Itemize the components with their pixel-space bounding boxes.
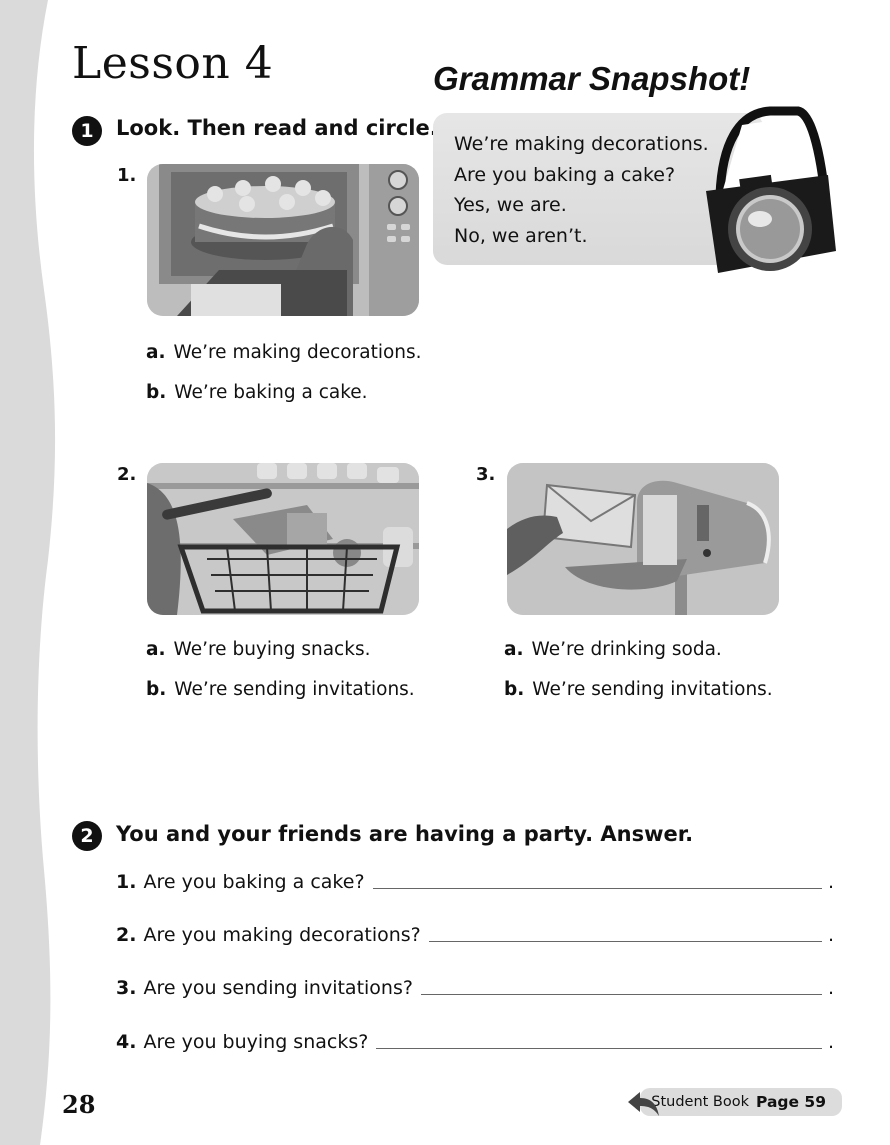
snapshot-line: No, we aren’t. [454, 224, 588, 247]
answer-line[interactable] [376, 1048, 822, 1049]
option-text: We’re buying snacks. [173, 639, 371, 660]
snapshot-line: Yes, we are. [454, 194, 567, 216]
question-number: 2. [116, 924, 137, 946]
option-text: We’re baking a cake. [174, 382, 368, 403]
item-1-option-a[interactable]: a. We’re making decorations. [146, 342, 422, 363]
cake-in-oven-image [147, 164, 419, 316]
item-3-option-a[interactable]: a. We’re drinking soda. [504, 639, 722, 660]
answer-line[interactable] [372, 888, 822, 889]
answer-line[interactable] [420, 994, 822, 995]
margin-wave-decoration [0, 0, 56, 1145]
return-arrow-icon [628, 1092, 659, 1116]
line-end: . [827, 871, 834, 893]
option-text: We’re sending invitations. [532, 679, 773, 700]
answer-line[interactable] [428, 941, 822, 942]
item-2-option-b[interactable]: b. We’re sending invitations. [146, 679, 415, 700]
question-text: Are you sending invitations? [143, 977, 413, 999]
lesson-title: Lesson 4 [72, 38, 274, 89]
snapshot-line: We’re making decorations. [454, 133, 709, 155]
option-letter: b. [504, 679, 525, 700]
student-book-label: Student Book [651, 1094, 750, 1110]
option-letter: b. [146, 679, 167, 700]
question-text: Are you making decorations? [143, 924, 421, 946]
option-letter: a. [146, 342, 166, 363]
exercise-2-instruction: You and your friends are having a party.… [116, 822, 694, 846]
item-2-option-a[interactable]: a. We’re buying snacks. [146, 639, 370, 660]
question-2-row: 2. Are you making decorations? . [116, 924, 834, 946]
item-1-option-b[interactable]: b. We’re baking a cake. [146, 382, 368, 403]
camera-icon [706, 106, 836, 273]
page-number: 28 [62, 1090, 96, 1119]
item-1-number: 1. [117, 165, 137, 186]
item-2-number: 2. [117, 464, 137, 485]
option-text: We’re drinking soda. [531, 639, 722, 660]
line-end: . [827, 924, 834, 946]
option-text: We’re making decorations. [173, 342, 422, 363]
shopping-basket-image [147, 463, 419, 615]
option-letter: a. [504, 639, 524, 660]
line-end: . [827, 977, 834, 999]
question-number: 1. [116, 871, 137, 893]
mailbox-envelope-image [507, 463, 779, 615]
item-3-option-b[interactable]: b. We’re sending invitations. [504, 679, 773, 700]
option-letter: b. [146, 382, 167, 403]
exercise-2-number: 2 [72, 821, 102, 851]
item-3-number: 3. [476, 464, 496, 485]
exercise-1-number: 1 [72, 116, 102, 146]
question-number: 4. [116, 1031, 137, 1053]
option-text: We’re sending invitations. [174, 679, 415, 700]
exercise-1-instruction: Look. Then read and circle. [116, 116, 438, 140]
page-reference: Page 59 [756, 1093, 826, 1111]
grammar-snapshot-title: Grammar Snapshot! [433, 60, 751, 97]
question-3-row: 3. Are you sending invitations? . [116, 977, 834, 999]
snapshot-line: Are you baking a cake? [454, 163, 676, 186]
question-1-row: 1. Are you baking a cake? . [116, 871, 834, 893]
question-text: Are you baking a cake? [143, 871, 365, 893]
question-4-row: 4. Are you buying snacks? . [116, 1031, 834, 1053]
question-text: Are you buying snacks? [143, 1031, 369, 1053]
question-number: 3. [116, 977, 137, 999]
line-end: . [827, 1031, 834, 1053]
option-letter: a. [146, 639, 166, 660]
student-book-reference[interactable]: Student Book Page 59 [640, 1088, 842, 1116]
